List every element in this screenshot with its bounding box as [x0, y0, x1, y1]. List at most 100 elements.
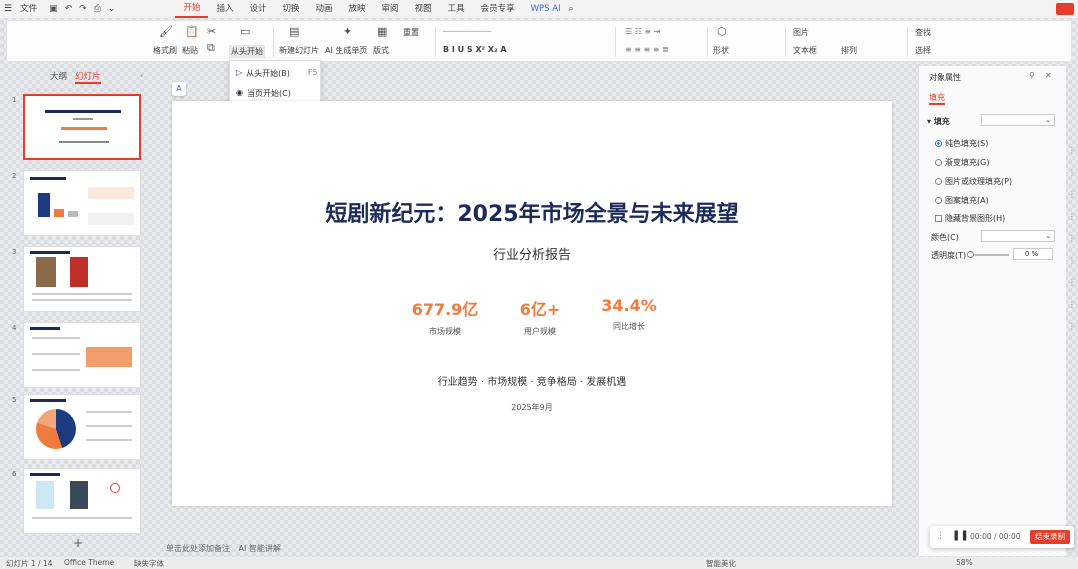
slide-tags[interactable]: 行业趋势 · 市场规模 · 竞争格局 · 发展机遇 — [172, 373, 892, 388]
shape-button[interactable]: 形状 — [713, 45, 729, 56]
more-icon[interactable]: ⌄ — [108, 4, 116, 14]
share-button[interactable] — [1056, 3, 1074, 15]
dropdown-item-from-start[interactable]: ▷ 从头开始(B) F5 — [236, 68, 318, 79]
add-slide-icon[interactable]: + — [73, 536, 83, 550]
transparency-input[interactable]: 0 % — [1013, 248, 1053, 260]
color-select[interactable]: ⌄ — [981, 230, 1055, 242]
pin-icon[interactable]: ⚲ — [1029, 71, 1035, 80]
ai-assistant-icon[interactable]: A — [172, 82, 186, 96]
slide-number: 4 — [12, 324, 17, 332]
textbox-button[interactable]: 文本框 — [793, 45, 817, 56]
copy-icon[interactable]: ⧉ — [207, 41, 215, 55]
tab-animation[interactable]: 动画 — [308, 0, 341, 18]
tab-slideshow[interactable]: 放映 — [341, 0, 374, 18]
collapse-icon[interactable]: ‹ — [140, 71, 143, 80]
tab-tools[interactable]: 工具 — [440, 0, 473, 18]
tab-view[interactable]: 视图 — [407, 0, 440, 18]
separator — [707, 27, 708, 57]
picture-button[interactable]: 图片 — [793, 27, 809, 38]
record-time: 00:00 / 00:00 — [970, 532, 1021, 541]
reset-button[interactable]: 重置 — [403, 27, 419, 38]
notes-area[interactable]: 单击此处添加备注 AI 智能讲解 — [166, 543, 281, 554]
dropdown-item-label: 当页开始(C) — [246, 89, 291, 98]
tab-slides[interactable]: 幻灯片 — [75, 70, 101, 84]
save-icon[interactable]: ▣ — [49, 4, 58, 14]
drag-handle-icon[interactable]: ⋮ — [936, 531, 945, 541]
align-icons[interactable]: ≡ ≡ ≡ ≡ ≣ — [625, 45, 669, 54]
dropdown-item-current[interactable]: ◉ 当页开始(C) — [236, 88, 291, 99]
redo-icon[interactable]: ↷ — [79, 4, 87, 14]
slider-handle[interactable] — [967, 251, 974, 258]
tab-review[interactable]: 审阅 — [374, 0, 407, 18]
ai-generate-button[interactable]: AI 生成单页 — [325, 45, 367, 56]
tab-design[interactable]: 设计 — [241, 0, 274, 18]
stat-growth[interactable]: 34.4% 同比增长 — [574, 296, 684, 332]
tab-home[interactable]: 开始 — [175, 0, 209, 18]
tab-outline[interactable]: 大纲 — [50, 70, 67, 84]
separator — [273, 27, 274, 57]
file-menu[interactable]: 文件 — [12, 0, 45, 18]
tab-member[interactable]: 会员专享 — [473, 0, 523, 18]
stat-label: 同比增长 — [613, 322, 645, 331]
fill-section-label: 填充 — [933, 117, 950, 126]
tab-wps-ai[interactable]: WPS AI — [523, 0, 569, 18]
transparency-label: 透明度(T) — [931, 251, 967, 260]
transparency-slider[interactable] — [969, 254, 1009, 256]
font-name-select[interactable]: ────────── — [443, 27, 491, 36]
hide-background-checkbox[interactable]: 隐藏背景图形(H) — [935, 213, 1005, 224]
tab-insert[interactable]: 插入 — [208, 0, 241, 18]
option-picture-fill[interactable]: 图片或纹理填充(P) — [935, 176, 1012, 187]
paste-button[interactable]: 粘贴 — [182, 45, 198, 56]
slide-thumbnail-3[interactable] — [23, 246, 141, 312]
tab-fill[interactable]: 填充 — [929, 92, 945, 105]
menu-icon[interactable]: ☰ — [4, 4, 12, 14]
option-solid-fill[interactable]: 纯色填充(S) — [935, 138, 988, 149]
layout-icon: ▦ — [377, 25, 388, 38]
theme-name[interactable]: Office Theme — [64, 558, 114, 567]
stop-recording-button[interactable]: 结束录制 — [1030, 530, 1070, 544]
option-pattern-fill[interactable]: 图案填充(A) — [935, 195, 989, 206]
slide-number: 3 — [12, 248, 17, 256]
tab-transition[interactable]: 切换 — [275, 0, 308, 18]
ribbon-toolbar: 🖌 格式刷 📋 粘贴 ✂ ⧉ ▭ 从头开始 ▤ 新建幻灯片 ✦ AI 生成单页 … — [6, 20, 1072, 62]
slide-thumbnail-5[interactable] — [23, 394, 141, 460]
side-toolbar[interactable]: ⋮ ⋮ ⋮ ⋮ ⋮ ⋮ ⋮ ⋮ ⋮ — [1068, 140, 1078, 360]
fill-type-select[interactable]: ⌄ — [981, 114, 1055, 126]
slide-thumbnail-1[interactable] — [23, 94, 141, 160]
slide-date[interactable]: 2025年9月 — [172, 402, 892, 413]
option-label: 渐变填充(G) — [945, 158, 990, 167]
dropdown-shortcut: F5 — [307, 68, 318, 77]
print-icon[interactable]: ⎙ — [94, 4, 101, 14]
format-painter-button[interactable]: 格式刷 — [153, 45, 177, 56]
slide-title[interactable]: 短剧新纪元：2025年市场全景与未来展望 — [172, 196, 892, 228]
bold-icon[interactable]: B I U S X² X₂ A — [443, 45, 507, 54]
object-properties-panel: 对象属性 ⚲ ✕ 填充 ▾ 填充 ⌄ 纯色填充(S) 渐变填充(G) 图片或纹理… — [918, 66, 1066, 556]
slide-thumbnail-2[interactable] — [23, 170, 141, 236]
arrange-button[interactable]: 排列 — [841, 45, 857, 56]
missing-font-button[interactable]: 缺失字体 — [134, 558, 164, 569]
option-gradient-fill[interactable]: 渐变填充(G) — [935, 157, 989, 168]
fill-section-toggle[interactable]: ▾ 填充 — [927, 116, 950, 127]
smart-beautify-button[interactable]: 智能美化 — [706, 558, 736, 569]
new-slide-icon: ▤ — [289, 25, 300, 38]
slide-canvas[interactable]: 短剧新纪元：2025年市场全景与未来展望 行业分析报告 677.9亿 市场规模 … — [172, 101, 892, 506]
pause-icon[interactable]: ❚❚ — [952, 530, 969, 541]
new-slide-button[interactable]: 新建幻灯片 — [279, 45, 319, 56]
layout-button[interactable]: 版式 — [373, 45, 389, 56]
transparency-value: 0 — [1024, 250, 1030, 258]
bullet-list-icon[interactable]: ☰ ☷ ≡ ⇥ — [625, 27, 660, 36]
option-label: 图案填充(A) — [945, 196, 989, 205]
from-start-button[interactable]: 从头开始 — [229, 45, 265, 58]
ai-explain-button[interactable]: AI 智能讲解 — [239, 544, 281, 553]
find-button[interactable]: 查找 — [915, 27, 931, 38]
undo-icon[interactable]: ↶ — [65, 4, 73, 14]
stat-market-size[interactable]: 677.9亿 市场规模 — [390, 296, 500, 337]
select-button[interactable]: 选择 — [915, 45, 931, 56]
slide-thumbnail-4[interactable] — [23, 322, 141, 388]
zoom-level[interactable]: 58% — [956, 558, 973, 567]
slide-subtitle[interactable]: 行业分析报告 — [172, 244, 892, 263]
close-icon[interactable]: ✕ — [1045, 71, 1052, 80]
search-icon[interactable]: ⌕ — [569, 4, 574, 14]
slide-thumbnail-6[interactable] — [23, 468, 141, 534]
cut-icon[interactable]: ✂ — [207, 25, 216, 38]
